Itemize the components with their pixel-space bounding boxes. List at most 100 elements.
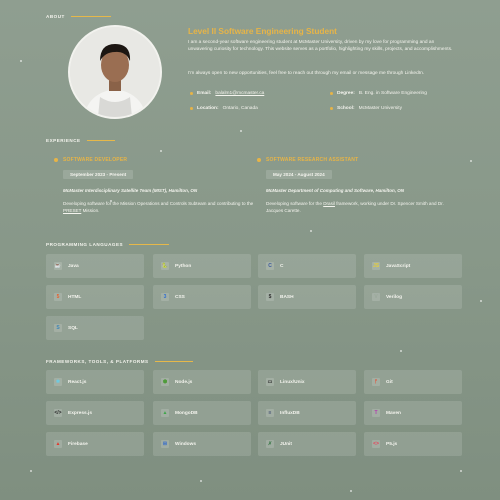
degree-value: B. Eng. in Software Engineering xyxy=(358,91,427,96)
skill-label: HTML xyxy=(68,294,82,300)
heading-underline xyxy=(129,244,170,245)
skill-label: Java xyxy=(68,263,79,269)
skill-label: Express.js xyxy=(68,410,93,416)
background-star xyxy=(350,490,352,492)
skill-tile-html: 5 HTML xyxy=(46,285,144,309)
skill-tile-windows: ⊞ Windows xyxy=(153,432,251,456)
skill-label: InfluxDB xyxy=(280,410,300,416)
skill-tile-junit: ✗ JUnit xyxy=(258,432,356,456)
skill-label: Node.js xyxy=(175,379,193,385)
bullet-dot xyxy=(190,92,193,95)
skill-tile-python: 🐍 Python xyxy=(153,254,251,278)
react-icon: ⚛ xyxy=(54,378,62,386)
experience-description: Developing software for the Drasil frame… xyxy=(266,200,461,214)
skill-label: Linux/Unix xyxy=(280,379,305,385)
skill-label: BASH xyxy=(280,294,294,300)
skill-tile-sql: S SQL xyxy=(46,316,144,340)
info-email: Email: balalm1@mcmaster.ca xyxy=(190,91,264,96)
nodejs-icon: ⬢ xyxy=(161,378,169,386)
css-icon: 3 xyxy=(161,293,169,301)
experience-heading-text: EXPERIENCE xyxy=(46,138,81,143)
git-icon: ᚠ xyxy=(372,378,380,386)
java-icon: ☕ xyxy=(54,262,62,270)
python-icon: 🐍 xyxy=(161,262,169,270)
experience-org: McMaster Department of Computing and Sof… xyxy=(266,188,405,193)
skill-tile-git: ᚠ Git xyxy=(364,370,462,394)
firebase-icon: ▲ xyxy=(54,440,62,448)
languages-heading: PROGRAMMING LANGUAGES xyxy=(46,242,170,247)
background-star xyxy=(310,230,312,232)
profile-photo xyxy=(68,25,162,119)
about-paragraph-contact: I'm always open to new opportunities, fe… xyxy=(188,71,425,76)
email-link[interactable]: balalm1@mcmaster.ca xyxy=(215,91,264,96)
skill-tile-css: 3 CSS xyxy=(153,285,251,309)
skill-tile-linux-unix: ▭ Linux/Unix xyxy=(258,370,356,394)
bullet-dot xyxy=(190,107,193,110)
verilog-icon: V xyxy=(372,293,380,301)
experience-role-text: SOFTWARE RESEARCH ASSISTANT xyxy=(266,157,359,163)
experience-role: SOFTWARE RESEARCH ASSISTANT xyxy=(257,157,461,163)
skill-tile-react-js: ⚛ React.js xyxy=(46,370,144,394)
frameworks-heading: FRAMEWORKS, TOOLS, & PLATFORMS xyxy=(46,359,193,364)
timeline-dot xyxy=(257,158,261,162)
experience-org: McMaster Interdisciplinary Satellite Tea… xyxy=(63,188,198,193)
background-star xyxy=(20,60,22,62)
desc-text: Developing software for the Mission Oper… xyxy=(63,201,254,206)
info-location: Location: Ontario, Canada xyxy=(190,106,258,111)
info-degree: Degree: B. Eng. in Software Engineering xyxy=(330,91,427,96)
skill-label: Verilog xyxy=(386,294,402,300)
degree-label: Degree: xyxy=(337,91,355,96)
skill-label: SQL xyxy=(68,325,78,331)
sql-icon: S xyxy=(54,324,62,332)
maven-icon: T xyxy=(372,409,380,417)
skill-label: Firebase xyxy=(68,441,88,447)
experience-date: May 2024 - August 2024 xyxy=(266,170,332,179)
c-icon: C xyxy=(266,262,274,270)
skill-label: MongoDB xyxy=(175,410,198,416)
skill-label: React.js xyxy=(68,379,87,385)
skill-tile-firebase: ▲ Firebase xyxy=(46,432,144,456)
background-star xyxy=(200,480,202,482)
heading-underline xyxy=(70,16,111,17)
express-icon: </> xyxy=(54,409,62,417)
bullet-dot xyxy=(330,107,333,110)
skill-tile-node-js: ⬢ Node.js xyxy=(153,370,251,394)
skill-tile-p5-js: <> P5.js xyxy=(364,432,462,456)
location-value: Ontario, Canada xyxy=(222,106,258,111)
skill-tile-javascript: JS JavaScript xyxy=(364,254,462,278)
about-heading-text: ABOUT xyxy=(46,14,65,19)
languages-heading-text: PROGRAMMING LANGUAGES xyxy=(46,242,124,247)
skill-label: P5.js xyxy=(386,441,398,447)
windows-icon: ⊞ xyxy=(161,440,169,448)
email-label: Email: xyxy=(197,91,212,96)
linux-icon: ▭ xyxy=(266,378,274,386)
desc-text: Mission. xyxy=(81,208,100,213)
drasil-link[interactable]: Drasil xyxy=(323,201,335,206)
school-label: School: xyxy=(337,106,355,111)
javascript-icon: JS xyxy=(372,262,380,270)
skill-tile-mongodb: ▲ MongoDB xyxy=(153,401,251,425)
experience-date: September 2023 - Present xyxy=(63,170,134,179)
mongodb-icon: ▲ xyxy=(161,409,169,417)
preset-link[interactable]: PRESET xyxy=(63,208,81,213)
about-paragraph-intro: I am a second-year software engineering … xyxy=(188,40,453,52)
skill-label: Python xyxy=(175,263,192,269)
skill-label: Windows xyxy=(175,441,197,447)
background-star xyxy=(460,470,462,472)
background-star xyxy=(240,130,242,132)
background-star xyxy=(160,150,162,152)
skill-tile-c: CC xyxy=(258,254,356,278)
junit-icon: ✗ xyxy=(266,440,274,448)
background-star xyxy=(470,160,472,162)
school-value: McMaster University xyxy=(358,106,403,111)
skill-tile-maven: T Maven xyxy=(364,401,462,425)
background-star xyxy=(400,350,402,352)
heading-underline xyxy=(86,140,115,141)
experience-description: Developing software for the Mission Oper… xyxy=(63,200,258,214)
about-heading: ABOUT xyxy=(46,14,111,19)
profile-photo-image xyxy=(70,27,160,117)
bash-icon: $ xyxy=(266,293,274,301)
p5js-icon: <> xyxy=(372,440,380,448)
experience-heading: EXPERIENCE xyxy=(46,138,115,143)
skill-label: JUnit xyxy=(280,441,292,447)
